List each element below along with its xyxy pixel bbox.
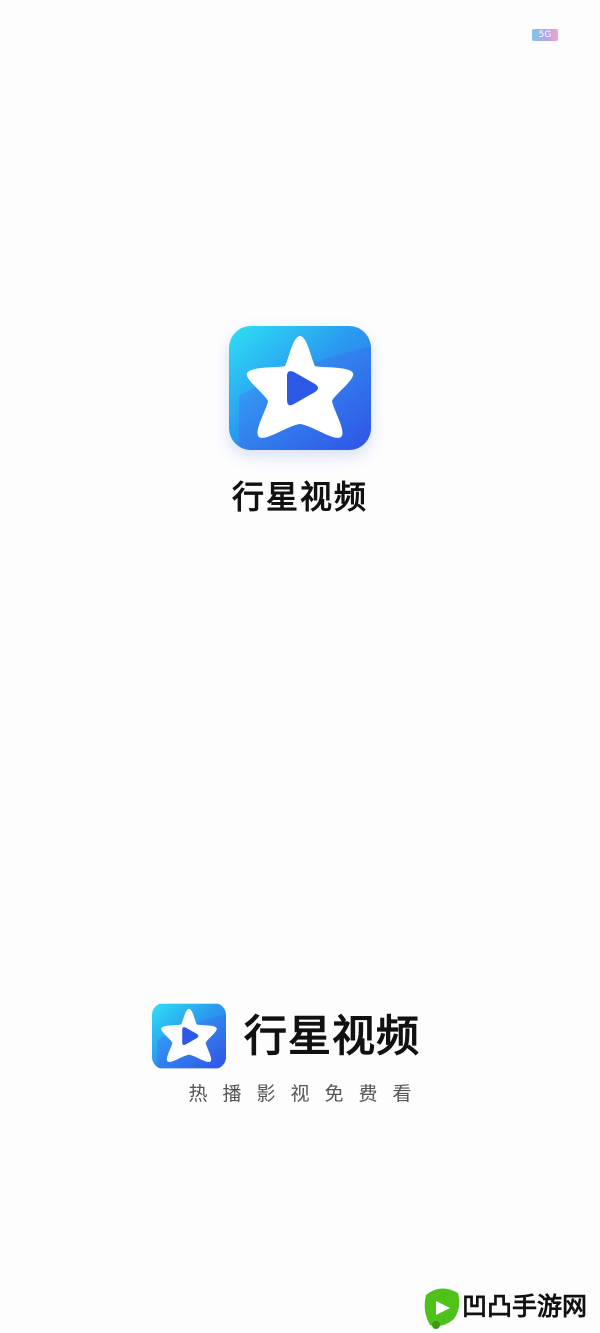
splash-app-name: 行星视频	[231, 478, 368, 516]
footer-app-icon	[152, 1003, 226, 1069]
app-logo-icon	[229, 326, 371, 450]
footer-app-name: 行星视频	[244, 1012, 420, 1062]
watermark-text: 凹凸手游网	[462, 1292, 588, 1321]
footer-slogan: 热播影视免费看	[188, 1083, 427, 1105]
star-play-icon	[229, 326, 371, 450]
star-play-icon	[152, 1003, 226, 1069]
network-badge-label: 5G	[538, 30, 552, 40]
footer-brand: 行星视频	[152, 1003, 452, 1069]
network-badge: 5G	[532, 29, 558, 41]
watermark: 凹凸手游网	[420, 1285, 595, 1329]
splash-screen: 5G 行星视频 行星视频 热播影视免费看 凹凸手游网	[0, 0, 600, 1333]
green-leaf-play-icon	[424, 1288, 460, 1329]
